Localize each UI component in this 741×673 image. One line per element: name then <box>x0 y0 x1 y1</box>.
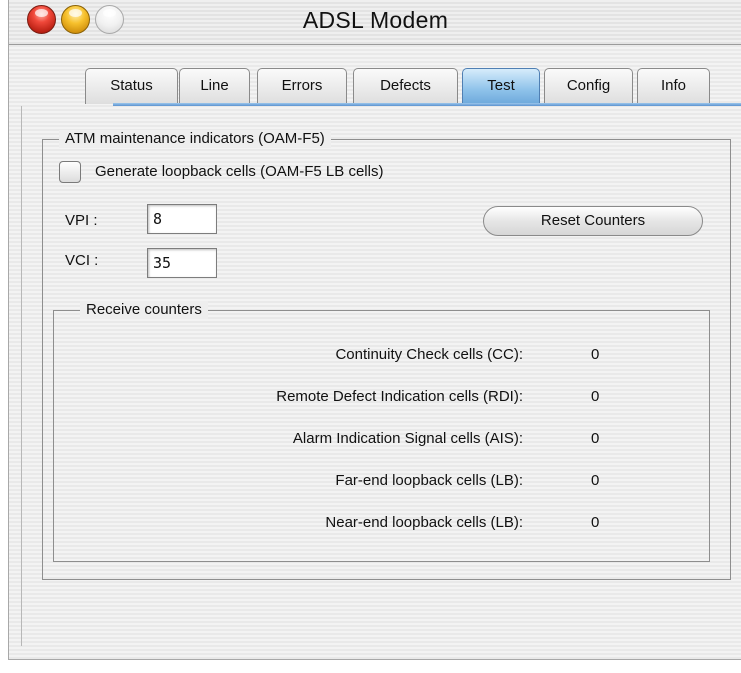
window-title: ADSL Modem <box>302 7 449 33</box>
tab-status[interactable]: Status <box>85 68 178 104</box>
cc-cells-value: 0 <box>591 346 600 363</box>
tab-test[interactable]: Test <box>462 68 540 104</box>
ais-cells-value: 0 <box>591 430 600 447</box>
far-end-lb-cells-label: Far-end loopback cells (LB): <box>335 472 523 489</box>
tab-errors[interactable]: Errors <box>257 68 347 104</box>
vpi-label: VPI : <box>65 212 98 229</box>
tab-line[interactable]: Line <box>179 68 250 104</box>
ais-cells-label: Alarm Indication Signal cells (AIS): <box>292 430 523 447</box>
tab-defects[interactable]: Defects <box>353 68 458 104</box>
generate-loopback-checkbox[interactable] <box>59 161 81 183</box>
vci-label: VCI : <box>65 252 99 269</box>
atm-maintenance-group-title: ATM maintenance indicators (OAM-F5) <box>59 130 331 148</box>
tab-config[interactable]: Config <box>544 68 633 104</box>
tab-info[interactable]: Info <box>637 68 710 104</box>
generate-loopback-label[interactable]: Generate loopback cells (OAM-F5 LB cells… <box>95 163 383 180</box>
cc-cells-label: Continuity Check cells (CC): <box>335 346 523 363</box>
vpi-field[interactable]: 8 <box>147 204 217 234</box>
near-end-lb-cells-value: 0 <box>591 514 600 531</box>
near-end-lb-cells-label: Near-end loopback cells (LB): <box>325 514 523 531</box>
receive-counters-group: Receive counters Continuity Check cells … <box>53 301 710 562</box>
vci-field[interactable]: 35 <box>147 248 217 278</box>
atm-maintenance-group: ATM maintenance indicators (OAM-F5) Gene… <box>42 130 731 580</box>
test-panel: ATM maintenance indicators (OAM-F5) Gene… <box>21 106 741 646</box>
title-bar[interactable]: ADSL Modem <box>9 0 741 45</box>
reset-counters-button[interactable]: Reset Counters <box>483 206 703 236</box>
far-end-lb-cells-value: 0 <box>591 472 600 489</box>
receive-counters-group-title: Receive counters <box>80 301 208 319</box>
rdi-cells-label: Remote Defect Indication cells (RDI): <box>276 388 523 405</box>
rdi-cells-value: 0 <box>591 388 600 405</box>
adsl-modem-window: ADSL Modem Status Line Errors Defects Te… <box>8 0 741 660</box>
